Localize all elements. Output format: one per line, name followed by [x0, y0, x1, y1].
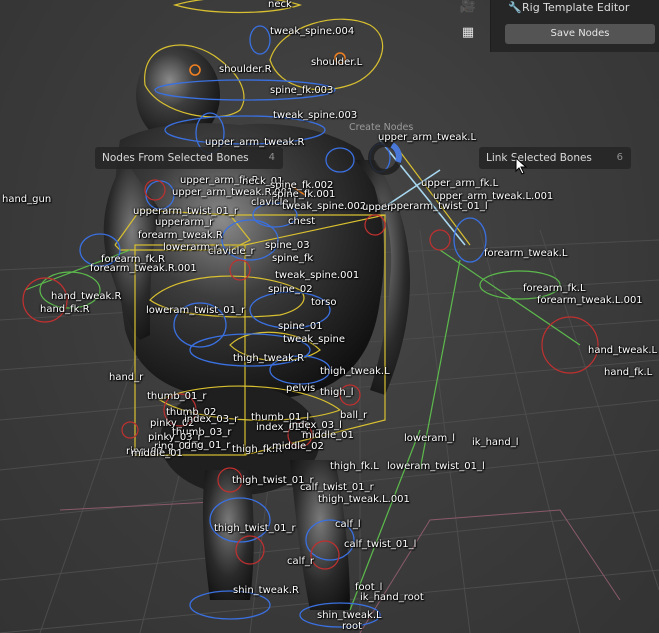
bone-label: middle_01: [131, 448, 183, 459]
bone-label: spine_03: [265, 240, 310, 251]
bone-label: upperarm_twist_01_r: [133, 206, 238, 217]
bone-label: middle_02: [272, 441, 324, 452]
save-nodes-button[interactable]: Save Nodes: [505, 24, 655, 44]
bone-label: thigh_tweak.L: [320, 366, 390, 377]
bone-label: tweak_spine: [283, 334, 345, 345]
bone-label: thigh_fk.L: [330, 461, 379, 472]
bone-label: loweram_twist_01_r: [146, 305, 246, 316]
bone-label: hand_tweak.R: [51, 291, 122, 302]
bone-label: thigh_l: [320, 387, 354, 398]
bone-label: spine_fk: [272, 253, 314, 264]
bone-label: thigh_tweak.L.001: [318, 494, 410, 505]
bone-label: upper_arm_tweak.R: [205, 137, 305, 148]
nodes-from-selected-bones-item[interactable]: Nodes From Selected Bones 4: [95, 147, 283, 169]
bone-label: ball_r: [340, 410, 368, 421]
bone-label: neck: [268, 0, 292, 10]
panel-title: 🔧Rig Template Editor: [508, 1, 630, 14]
bone-label: ik_hand_l: [472, 437, 519, 448]
3d-viewport[interactable]: 🎥 ▦ 🔧Rig Template Editor Save Nodes Crea…: [0, 0, 659, 633]
bone-label: loweram_twist_01_l: [387, 461, 485, 472]
bone-label: shoulder.R: [219, 64, 272, 75]
bone-label: tweak_spine.004: [270, 26, 355, 37]
bone-label: forearm_fk.L: [523, 283, 586, 294]
bone-label: index_03_r: [184, 414, 239, 425]
bone-label: upperarm_twist_01_l: [384, 201, 488, 212]
bone-label: calf_twist_01_l: [344, 539, 417, 550]
bone-label: tweak_spine.001: [275, 270, 360, 281]
bone-label: forearm_tweak.R: [138, 230, 223, 241]
bone-label: hand_r: [109, 372, 144, 383]
bone-label: spine_fk.003: [270, 85, 334, 96]
bone-label: spine_01: [278, 321, 323, 332]
bone-label: thumb_01_r: [147, 391, 207, 402]
bone-label: hand_tweak.L: [588, 345, 658, 356]
bone-label: tweak_spine.002: [282, 201, 367, 212]
link-selected-bones-item[interactable]: Link Selected Bones 6: [479, 147, 631, 169]
bone-label: forearm_tweak.L: [484, 248, 568, 259]
bone-label: upper_arm_tweak.L: [378, 132, 477, 143]
bone-label: middle_01: [302, 430, 354, 441]
grid-view-icon[interactable]: ▦: [458, 23, 478, 43]
bone-label: clavicle_r: [208, 246, 255, 257]
bone-label: forearm_tweak.R.001: [90, 263, 197, 274]
bone-label: calf_twist_01_r: [300, 482, 374, 493]
mouse-cursor-icon: [515, 157, 528, 175]
bone-label: forearm_tweak.L.001: [537, 295, 643, 306]
bone-label: calf_l: [335, 519, 361, 530]
bone-label: thigh_tweak.R: [233, 353, 305, 364]
bone-label: chest: [288, 216, 316, 227]
bone-label: tweak_spine.003: [273, 110, 358, 121]
bone-label: torso: [311, 297, 337, 308]
bone-label: pelvis: [286, 383, 316, 394]
bone-label: shin_tweak.R: [233, 585, 299, 596]
bone-label: shoulder.L: [311, 57, 363, 68]
bone-label: shin_tweak.L: [317, 610, 382, 621]
bone-label: hand_gun: [2, 194, 52, 205]
bone-label: hand_fk.L: [604, 367, 653, 378]
bone-label: upper_arm_fk.L: [421, 178, 499, 189]
bone-label: ring_01_r: [184, 440, 231, 451]
bone-label: upper: [362, 202, 392, 213]
bone-label: thigh_twist_01_r: [214, 523, 296, 534]
camera-icon[interactable]: 🎥: [458, 0, 478, 17]
wrench-icon: 🔧: [508, 1, 522, 14]
bone-label: root: [342, 621, 363, 632]
bone-label: ik_hand_root: [360, 592, 424, 603]
bone-label: calf_r: [287, 556, 315, 567]
bone-label: upperarm_r: [155, 217, 214, 228]
bone-label: loweram_l: [404, 433, 455, 444]
bone-label: hand_fk.R: [40, 304, 90, 315]
bone-label: spine_02: [268, 284, 313, 295]
